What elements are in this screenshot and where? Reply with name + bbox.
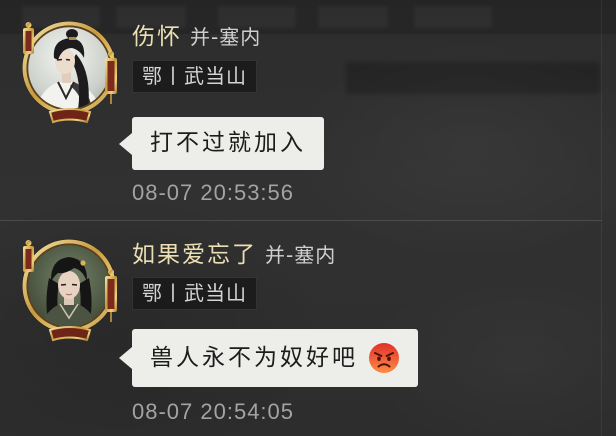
sender-location-tag: 鄂丨武当山 [132,277,257,310]
female-character-avatar-icon[interactable] [14,232,124,344]
message-text: 兽人永不为奴好吧 [150,344,358,371]
message-divider [0,220,602,221]
sender-server: 并-塞内 [265,243,337,267]
sender-name[interactable]: 伤怀 [132,24,182,50]
message-bubble: 打不过就加入 [119,117,324,170]
sender-info: 如果爱忘了 并-塞内 [132,241,336,269]
sender-info: 伤怀 并-塞内 [132,23,261,51]
male-character-avatar-icon[interactable] [14,14,124,126]
panel-edge [601,0,602,436]
sender-name[interactable]: 如果爱忘了 [132,242,257,268]
background-tab [318,6,388,28]
sender-location-tag: 鄂丨武当山 [132,60,257,93]
message-text: 打不过就加入 [150,130,306,156]
message-bubble: 兽人永不为奴好吧 [119,329,418,387]
message-timestamp: 08-07 20:53:56 [132,180,295,205]
message-timestamp: 08-07 20:54:05 [132,399,295,424]
background-tab [414,6,492,28]
chat-message-list[interactable]: 伤怀 并-塞内 鄂丨武当山 打不过就加入 08-07 20:53:56 如果爱忘… [0,0,616,436]
sender-server: 并-塞内 [190,25,262,49]
background-banner [346,62,600,94]
angry-face-icon [369,343,399,373]
